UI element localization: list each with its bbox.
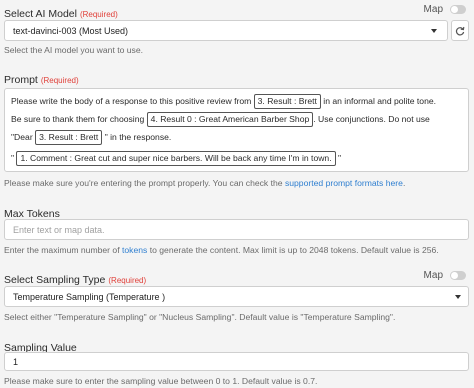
sampling-type-help: Select either "Temperature Sampling" or … [4,312,396,322]
mapped-pill-comment[interactable]: 1. Comment : Great cut and super nice ba… [16,151,336,166]
model-label: Select AI Model [4,8,77,20]
prompt-text-4b: " [338,153,342,163]
model-map-toggle[interactable] [450,5,466,14]
max-tokens-help-end: to generate the content. Max limit is up… [149,245,439,255]
prompt-help: Please make sure you're entering the pro… [4,178,466,188]
sampling-value-help: Please make sure to enter the sampling v… [4,376,318,386]
chevron-down-icon [431,28,437,33]
prompt-help-end: . [402,178,406,188]
sampling-type-value: Temperature Sampling (Temperature ) [13,291,166,302]
max-tokens-placeholder: Enter text or map data. [13,224,105,235]
prompt-help-text: Please make sure you're entering the pro… [4,178,283,188]
prompt-text-1a: Please write the body of a response to t… [11,96,252,106]
model-help: Select the AI model you want to use. [4,45,144,55]
sampling-value-text: 1 [13,356,19,367]
prompt-text-4a: " [11,153,15,163]
sampling-type-required: (Required) [108,276,147,285]
sampling-value-input[interactable]: 1 [4,352,469,371]
sampling-map-toggle-group[interactable]: Map [424,270,466,281]
max-tokens-help: Enter the maximum number of tokens to ge… [4,245,466,255]
max-tokens-help-text: Enter the maximum number of [4,245,120,255]
model-label-row: Select AI Model (Required) [4,4,466,20]
chevron-down-icon [455,294,461,299]
prompt-editor[interactable]: Please write the body of a response to t… [4,88,469,172]
prompt-line-3: "Dear 3. Result : Brett " in the respons… [11,128,462,146]
prompt-label-row: Prompt (Required) [4,70,466,88]
refresh-button[interactable] [451,20,469,41]
mapped-pill-result-brett-2[interactable]: 3. Result : Brett [35,130,103,145]
prompt-text-1b: in an informal and polite tone. [323,96,437,106]
mapped-pill-result-brett[interactable]: 3. Result : Brett [253,94,321,109]
prompt-label: Prompt [4,74,38,86]
model-required: (Required) [79,10,118,19]
prompt-required: (Required) [40,76,79,85]
prompt-text-2a: Be sure to thank them for choosing [11,114,145,124]
model-select[interactable]: text-davinci-003 (Most Used) [4,20,448,41]
model-map-toggle-group[interactable]: Map [424,4,466,15]
prompt-text-2b: . Use conjunctions. Do not use [313,114,430,124]
supported-prompt-formats-link[interactable]: supported prompt formats here [285,178,403,188]
prompt-text-3b: " in the response. [104,132,172,142]
prompt-line-1: Please write the body of a response to t… [11,92,462,110]
refresh-icon [455,26,465,35]
mapped-pill-barber-shop[interactable]: 4. Result 0 : Great American Barber Shop [146,112,314,127]
max-tokens-input[interactable]: Enter text or map data. [4,219,469,240]
prompt-line-2: Be sure to thank them for choosing 4. Re… [11,110,462,128]
tokens-link[interactable]: tokens [122,245,147,255]
sampling-type-label: Select Sampling Type [4,274,106,286]
prompt-text-3a: "Dear [11,132,33,142]
sampling-type-select[interactable]: Temperature Sampling (Temperature ) [4,286,469,307]
model-select-value: text-davinci-003 (Most Used) [13,25,129,36]
sampling-map-label: Map [423,270,443,281]
model-map-label: Map [423,4,443,15]
prompt-line-4: " 1. Comment : Great cut and super nice … [11,149,462,167]
sampling-map-toggle[interactable] [450,271,466,280]
